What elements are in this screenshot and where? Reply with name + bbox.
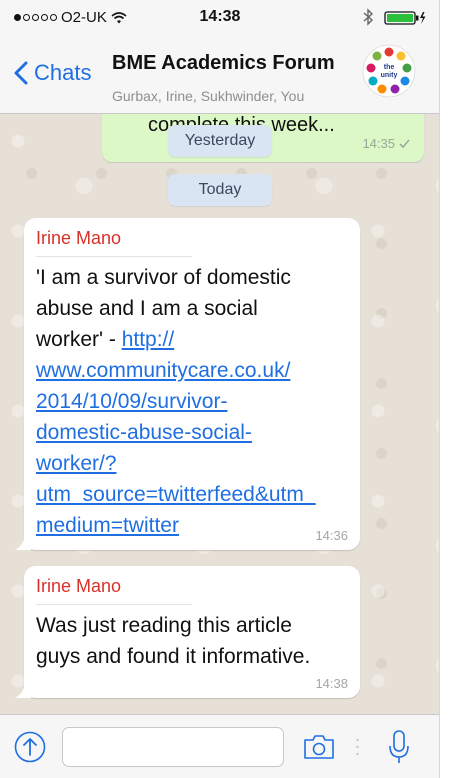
message-link[interactable]: 2014/10/09/survivor-	[36, 386, 350, 417]
message-line: abuse and I am a social	[36, 297, 258, 320]
back-button[interactable]: Chats	[14, 60, 91, 86]
message-body: 'I am a survivor of domestic abuse and I…	[36, 262, 350, 541]
message-sender: Irine Mano	[36, 228, 122, 248]
message-link[interactable]: domestic-abuse-social-	[36, 417, 350, 448]
message-sender: Irine Mano	[36, 576, 122, 596]
incoming-message[interactable]: Irine Mano 'I am a survivor of domestic …	[15, 218, 360, 550]
date-separator-yesterday: Yesterday	[168, 125, 272, 157]
message-link[interactable]: www.communitycare.co.uk/	[36, 355, 350, 386]
outgoing-message-meta: 14:35	[362, 136, 410, 151]
message-body: Was just reading this article guys and f…	[36, 610, 350, 672]
message-line: guys and found it informative.	[36, 645, 311, 668]
sender-divider	[36, 604, 192, 605]
back-label: Chats	[34, 60, 92, 85]
message-line-prefix: worker' -	[36, 328, 122, 351]
date-separator-today: Today	[168, 174, 272, 206]
message-line-with-link: worker' - http://	[36, 324, 350, 355]
chat-header: Chats BME Academics Forum Gurbax, Irine,…	[0, 34, 439, 114]
status-time: 14:38	[199, 8, 241, 25]
bubble-tail	[15, 536, 31, 550]
message-time: 14:36	[315, 528, 348, 543]
chevron-left-icon	[14, 61, 28, 85]
message-input[interactable]	[62, 727, 284, 767]
phone-screen: O2-UK 14:38 Chats BME Academics Forum Gu…	[0, 0, 440, 778]
bubble-tail	[15, 684, 31, 698]
message-link[interactable]: medium=twitter	[36, 510, 350, 541]
camera-icon[interactable]	[302, 733, 336, 761]
svg-text:the: the	[384, 64, 395, 71]
message-list[interactable]: complete this week... 14:35 Yesterday To…	[0, 114, 439, 714]
check-icon	[399, 139, 410, 148]
svg-text:unity: unity	[381, 72, 398, 79]
message-time: 14:38	[315, 676, 348, 691]
message-link[interactable]: utm_source=twitterfeed&utm_	[36, 479, 350, 510]
status-bar: O2-UK 14:38	[0, 0, 439, 34]
composer-bar	[0, 714, 439, 778]
incoming-message[interactable]: Irine Mano Was just reading this article…	[15, 566, 360, 698]
group-avatar[interactable]: the unity	[362, 44, 416, 98]
message-line: 'I am a survivor of domestic	[36, 266, 291, 289]
microphone-icon[interactable]	[388, 729, 410, 765]
message-link[interactable]: http://	[122, 328, 175, 351]
divider-dots	[356, 738, 359, 756]
sender-divider	[36, 256, 192, 257]
outgoing-message-time: 14:35	[362, 136, 395, 151]
bluetooth-icon	[363, 8, 374, 26]
message-link[interactable]: worker/?	[36, 448, 350, 479]
chat-title[interactable]: BME Academics Forum	[112, 52, 335, 75]
message-line: Was just reading this article	[36, 614, 292, 637]
battery-charging-icon	[384, 11, 426, 25]
chat-participants[interactable]: Gurbax, Irine, Sukhwinder, You	[112, 88, 304, 104]
upload-arrow-icon[interactable]	[14, 731, 46, 763]
